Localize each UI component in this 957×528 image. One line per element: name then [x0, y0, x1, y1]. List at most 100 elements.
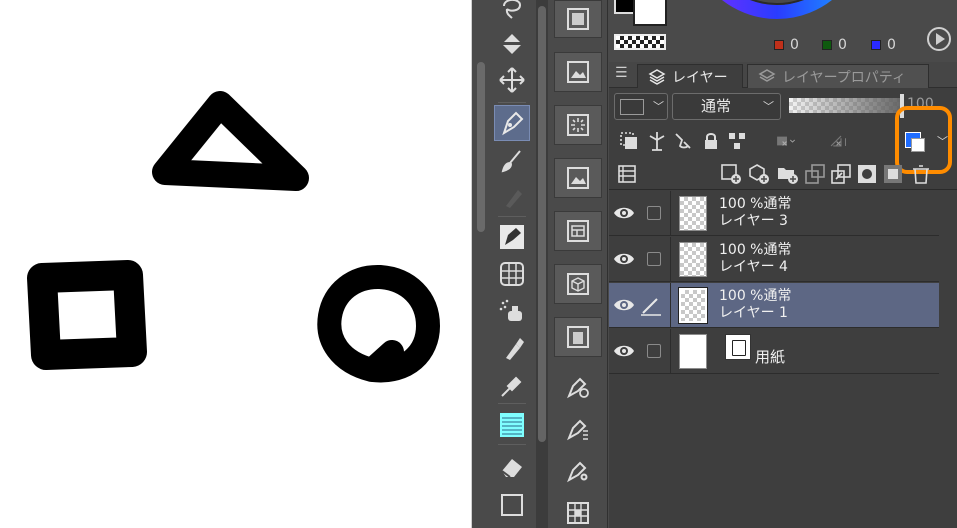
expression-color-select[interactable]: ﹀	[614, 93, 668, 120]
paper-icon	[725, 334, 751, 360]
new-folder-icon[interactable]	[775, 162, 799, 186]
ruler-grid-icon[interactable]	[494, 256, 530, 292]
text-lines-icon[interactable]	[494, 407, 530, 443]
lasso-icon[interactable]	[494, 0, 530, 28]
layer-mask-icon[interactable]	[855, 162, 879, 186]
eye-icon[interactable]	[613, 250, 635, 268]
material-image-icon[interactable]	[554, 52, 602, 92]
lock-transparency-icon[interactable]	[725, 129, 749, 153]
material-effect-icon[interactable]	[554, 105, 602, 145]
layer-name: レイヤー 3	[719, 213, 788, 229]
sub-tool-palette	[548, 0, 608, 528]
red-value[interactable]: 0	[774, 37, 799, 53]
canvas-scrollbar-thumb[interactable]	[477, 62, 485, 232]
layer-row[interactable]: 100 %通常 レイヤー 4	[609, 237, 939, 282]
glue-bottle-icon[interactable]	[494, 330, 530, 366]
drawing-canvas[interactable]	[0, 0, 472, 528]
reference-layer-icon[interactable]	[645, 129, 669, 153]
rectangle-icon[interactable]	[494, 487, 530, 523]
mask-dropdown-icon[interactable]	[767, 129, 807, 153]
brush-icon[interactable]	[494, 143, 530, 179]
layer-edit-target-box[interactable]	[647, 252, 661, 266]
layer-row-selected[interactable]: 100 %通常 レイヤー 1	[609, 283, 939, 328]
triangle-stroke	[152, 91, 309, 191]
layer-panel-area: 0 0 0 ☰ レイヤー レイヤープロパティ ﹀ 通常 ﹀ 100 ﹀ 100 …	[609, 0, 957, 528]
pen-tree-icon[interactable]	[554, 409, 602, 449]
blend-mode-select[interactable]: 通常 ﹀	[672, 93, 781, 120]
layer-thumbnail	[679, 242, 707, 277]
transparent-color-swatch[interactable]	[614, 34, 666, 50]
mask-toggle-icon[interactable]	[881, 162, 905, 186]
eyedropper-icon[interactable]	[494, 368, 530, 404]
column-divider	[670, 283, 671, 328]
tool-palette-scrollbar[interactable]	[536, 0, 548, 528]
layer-row-paper[interactable]: 用紙	[609, 329, 939, 374]
material-tone-icon[interactable]	[554, 0, 602, 38]
pen-settings-icon[interactable]	[554, 367, 602, 407]
layer-mode-line: 100 %通常	[719, 242, 792, 258]
tab-layer-property-label: レイヤープロパティ	[782, 69, 906, 86]
opacity-slider[interactable]	[789, 98, 901, 113]
blue-value[interactable]: 0	[871, 37, 896, 53]
layer-edit-target-box[interactable]	[647, 344, 661, 358]
pen-gear-icon[interactable]	[554, 451, 602, 491]
fill-icon[interactable]	[494, 26, 530, 62]
red-channel-icon	[774, 40, 784, 50]
tool-divider	[498, 403, 526, 404]
eraser-icon[interactable]	[494, 449, 530, 485]
ruler-mask-icon[interactable]	[821, 129, 861, 153]
material-3d-icon[interactable]	[554, 264, 602, 304]
panel-menu-icon[interactable]: ☰	[615, 66, 629, 80]
color-panel: 0 0 0	[609, 0, 957, 62]
merge-down-icon[interactable]	[829, 162, 853, 186]
sub-color-swatch[interactable]	[633, 0, 667, 26]
layer-mode-line: 100 %通常	[719, 288, 792, 304]
canvas-scrollbar[interactable]	[472, 0, 490, 528]
layer-info: 100 %通常 レイヤー 1	[719, 288, 791, 322]
new-raster-layer-icon[interactable]	[719, 162, 743, 186]
blend-mode-label: 通常	[701, 97, 732, 115]
green-value-label: 0	[838, 37, 847, 53]
material-building-icon[interactable]	[554, 317, 602, 357]
layer-list-icon[interactable]	[615, 162, 639, 186]
airbrush-icon[interactable]	[494, 180, 530, 216]
new-3d-layer-icon[interactable]	[747, 162, 771, 186]
tool-divider	[498, 444, 526, 445]
tool-palette	[490, 0, 536, 528]
clip-layer-icon[interactable]	[617, 129, 641, 153]
spray-icon[interactable]	[494, 293, 530, 329]
panel-tab-bar: ☰ レイヤー レイヤープロパティ	[609, 62, 957, 88]
green-channel-icon	[822, 40, 832, 50]
column-divider	[670, 191, 671, 236]
move-icon[interactable]	[494, 62, 530, 98]
lock-icon[interactable]	[699, 129, 723, 153]
eye-icon[interactable]	[613, 342, 635, 360]
column-divider	[670, 329, 671, 374]
red-value-label: 0	[790, 37, 799, 53]
tool-divider	[498, 216, 526, 217]
eye-icon[interactable]	[613, 296, 635, 314]
pen-icon[interactable]	[494, 105, 530, 141]
material-layout-icon[interactable]	[554, 211, 602, 251]
pencil-icon	[641, 298, 661, 316]
layer-property-icon	[758, 68, 776, 82]
eye-icon[interactable]	[613, 204, 635, 222]
figure-pen-icon[interactable]	[494, 219, 530, 255]
layer-mode-line: 100 %通常	[719, 196, 792, 212]
delete-layer-icon[interactable]	[909, 162, 933, 186]
tool-palette-scrollbar-thumb[interactable]	[538, 6, 546, 442]
color-wheel[interactable]	[697, 0, 857, 30]
green-value[interactable]: 0	[822, 37, 847, 53]
circle-stroke	[317, 265, 440, 383]
material-image2-icon[interactable]	[554, 158, 602, 198]
layer-edit-target-box[interactable]	[647, 206, 661, 220]
tab-layer[interactable]: レイヤー	[637, 64, 743, 88]
tab-layer-property[interactable]: レイヤープロパティ	[747, 64, 929, 88]
layer-info: 100 %通常 レイヤー 4	[719, 242, 791, 276]
layer-row[interactable]: 100 %通常 レイヤー 3	[609, 191, 939, 236]
play-icon[interactable]	[927, 27, 951, 51]
chevron-down-icon: ﹀	[653, 100, 664, 113]
grid-palette-icon[interactable]	[554, 493, 602, 528]
move-layer-up-icon[interactable]	[803, 162, 827, 186]
draft-layer-icon[interactable]	[671, 129, 695, 153]
